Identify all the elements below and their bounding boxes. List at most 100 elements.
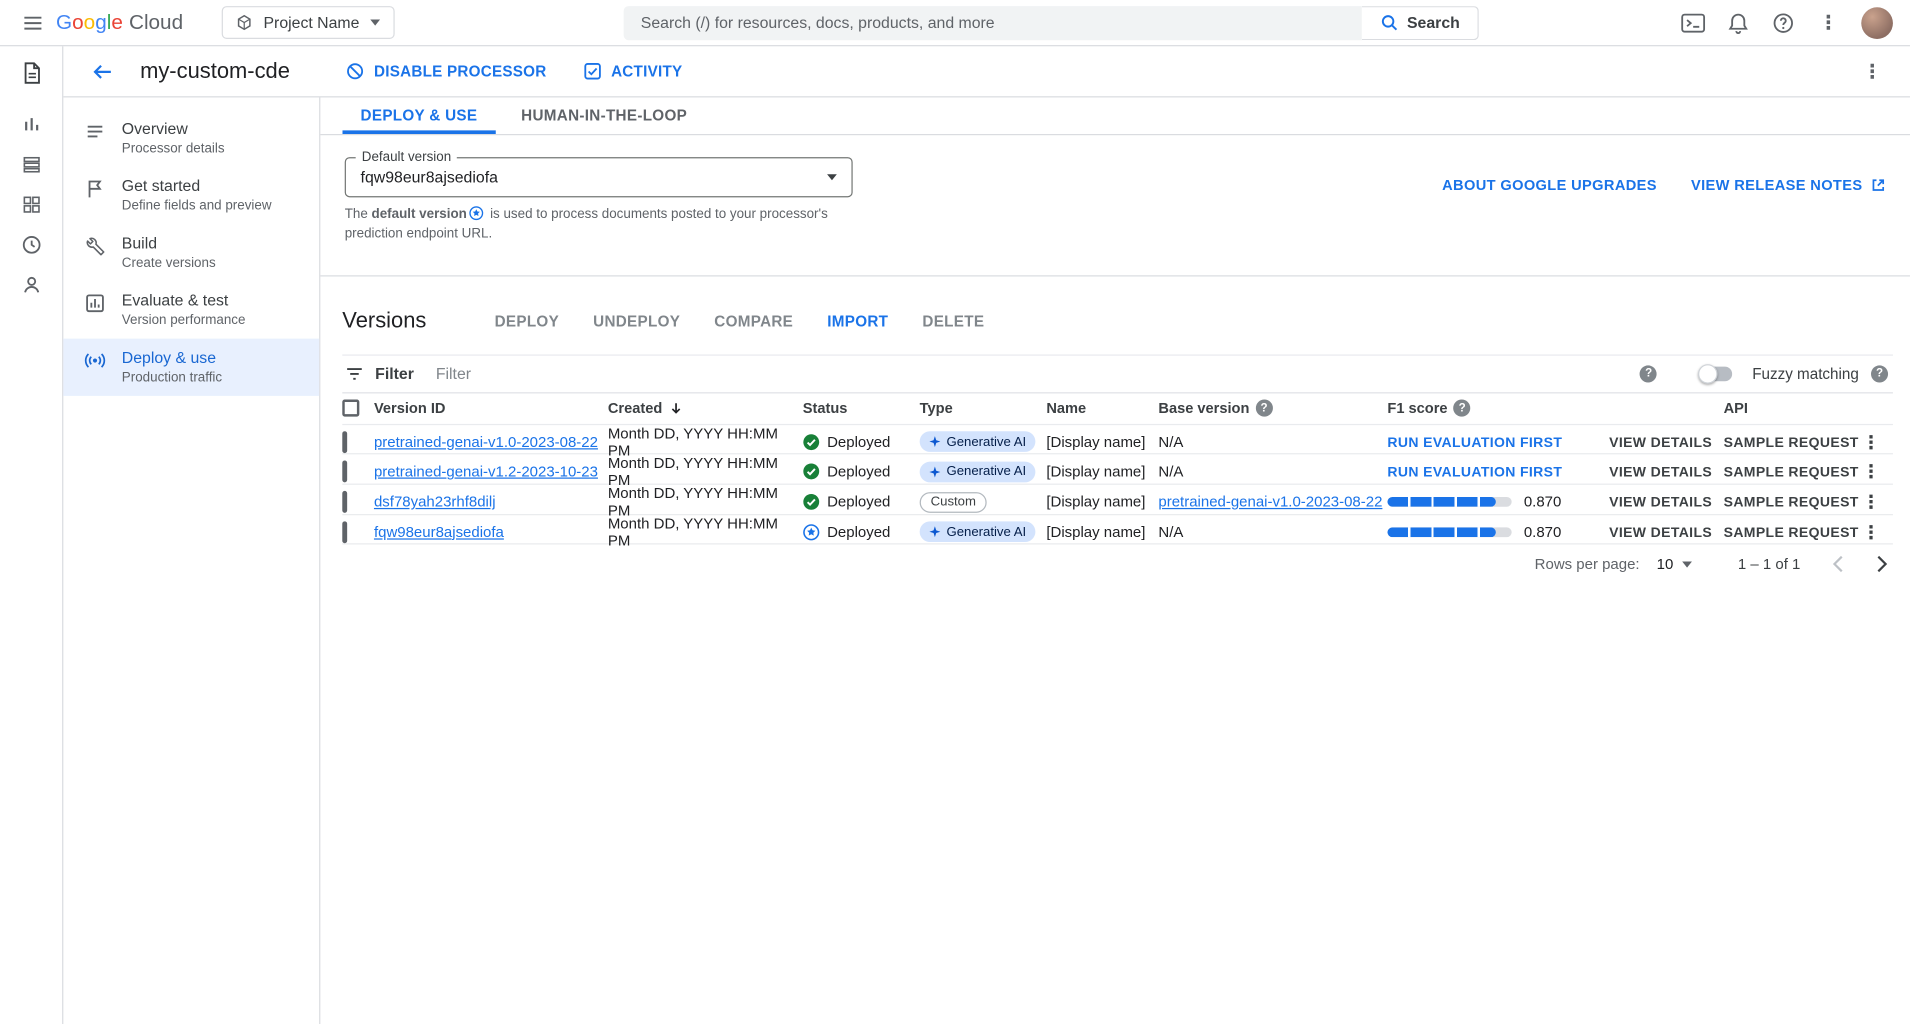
sidebar-item-deploy-use[interactable]: Deploy & useProduction traffic [63,339,319,396]
about-google-upgrades-link[interactable]: ABOUT GOOGLE UPGRADES [1442,177,1657,194]
f1-help-icon[interactable] [1454,400,1471,417]
assessment-icon [84,291,106,314]
rows-per-page-label: Rows per page: [1535,556,1640,573]
header-more-options-icon[interactable] [1852,51,1893,92]
row-menu-icon[interactable] [1855,521,1887,543]
versions-actions: DEPLOY UNDEPLOY COMPARE IMPORT DELETE [478,306,1002,338]
project-selector-label: Project Name [263,13,359,31]
document-ai-product-icon[interactable] [12,54,51,93]
col-base-version[interactable]: Base version [1158,400,1387,417]
history-icon[interactable] [12,225,51,264]
view-release-notes-link[interactable]: VIEW RELEASE NOTES [1691,177,1886,194]
import-button[interactable]: IMPORT [810,306,905,338]
version-id-link[interactable]: pretrained-genai-v1.0-2023-08-22 [374,433,598,450]
default-version-label: Default version [356,150,458,165]
help-icon[interactable] [1763,2,1804,43]
sample-request-button[interactable]: SAMPLE REQUEST [1724,436,1859,451]
base-version-link[interactable]: pretrained-genai-v1.0-2023-08-22 [1158,493,1382,510]
version-id-link[interactable]: pretrained-genai-v1.2-2023-10-23 [374,463,598,480]
sidebar-item-build[interactable]: BuildCreate versions [63,224,319,281]
delete-button[interactable]: DELETE [905,306,1001,338]
type-badge: Generative AI [920,522,1036,543]
table-header: Version ID Created Status Type Name Base… [342,392,1893,425]
default-star-circle-icon [803,523,820,540]
table-row: pretrained-genai-v1.0-2023-08-22 Month D… [342,425,1893,455]
project-selector[interactable]: Project Name [222,6,395,39]
google-cloud-logo[interactable]: Google Cloud [56,10,183,34]
logo-cloud: Cloud [129,10,183,34]
back-arrow-icon[interactable] [82,51,123,92]
hamburger-menu-icon[interactable] [12,2,53,43]
rows-per-page-select[interactable]: 10 [1657,556,1692,573]
col-f1-score[interactable]: F1 score [1387,400,1609,417]
top-bar: Google Cloud Project Name Search [0,0,1910,46]
row-menu-icon[interactable] [1855,431,1887,453]
search-input[interactable] [624,5,1362,39]
sidebar-item-evaluate-test[interactable]: Evaluate & testVersion performance [63,281,319,338]
row-menu-icon[interactable] [1855,461,1887,483]
sidebar-item-get-started[interactable]: Get startedDefine fields and preview [63,167,319,224]
undeploy-button[interactable]: UNDEPLOY [576,306,697,338]
select-all-checkbox[interactable] [342,400,359,417]
previous-page-icon[interactable] [1832,556,1844,573]
default-version-value: fqw98eur8ajsediofa [361,168,498,186]
account-avatar[interactable] [1861,7,1893,39]
status-cell: Deployed [803,493,920,510]
col-version-id[interactable]: Version ID [374,400,608,417]
filter-input[interactable] [436,365,801,383]
compare-button[interactable]: COMPARE [697,306,810,338]
pagination: Rows per page: 10 1 – 1 of 1 [342,556,1893,573]
filter-label: Filter [375,365,414,383]
run-evaluation-first-link[interactable]: RUN EVALUATION FIRST [1387,466,1562,481]
next-page-icon[interactable] [1876,556,1888,573]
view-details-button[interactable]: VIEW DETAILS [1609,496,1712,511]
table-rows-icon[interactable] [12,145,51,184]
sample-request-button[interactable]: SAMPLE REQUEST [1724,526,1859,541]
f1-score-bar [1387,527,1511,537]
status-cell: Deployed [803,463,920,480]
sparkle-icon [929,437,940,448]
row-checkbox[interactable] [342,431,347,453]
apps-grid-icon[interactable] [12,185,51,224]
check-circle-icon [803,463,820,480]
pagination-range: 1 – 1 of 1 [1738,556,1800,573]
version-id-link[interactable]: fqw98eur8ajsediofa [374,523,504,540]
sparkle-icon [929,526,940,537]
search-button[interactable]: Search [1362,5,1479,39]
admin-person-icon[interactable] [12,266,51,305]
row-checkbox[interactable] [342,491,347,513]
view-details-button[interactable]: VIEW DETAILS [1609,466,1712,481]
sidebar-item-overview[interactable]: OverviewProcessor details [63,110,319,167]
filter-help-icon[interactable] [1640,365,1657,382]
fuzzy-help-icon[interactable] [1871,365,1888,382]
row-checkbox[interactable] [342,521,347,543]
tab-human-in-the-loop[interactable]: HUMAN-IN-THE-LOOP [503,97,705,134]
name-cell: [Display name] [1046,433,1158,450]
page: Google Cloud Project Name Search [0,0,1910,1024]
cloud-shell-icon[interactable] [1672,2,1713,43]
col-status[interactable]: Status [803,400,920,417]
deploy-button[interactable]: DEPLOY [478,306,577,338]
dashboard-icon[interactable] [12,105,51,144]
col-created[interactable]: Created [608,400,803,417]
version-id-link[interactable]: dsf78yah23rhf8dilj [374,493,496,510]
page-title: my-custom-cde [140,58,290,84]
sample-request-button[interactable]: SAMPLE REQUEST [1724,496,1859,511]
run-evaluation-first-link[interactable]: RUN EVALUATION FIRST [1387,436,1562,451]
row-checkbox[interactable] [342,461,347,483]
sample-request-button[interactable]: SAMPLE REQUEST [1724,466,1859,481]
col-type[interactable]: Type [920,400,1047,417]
fuzzy-matching-toggle[interactable] [1701,366,1733,381]
col-name[interactable]: Name [1046,400,1158,417]
view-details-button[interactable]: VIEW DETAILS [1609,436,1712,451]
view-details-button[interactable]: VIEW DETAILS [1609,526,1712,541]
chevron-down-icon [827,174,837,180]
tab-deploy-and-use[interactable]: DEPLOY & USE [342,97,495,134]
more-options-icon[interactable] [1808,2,1849,43]
disable-processor-button[interactable]: DISABLE PROCESSOR [346,62,547,80]
chevron-down-icon [1682,561,1692,567]
notifications-bell-icon[interactable] [1718,2,1759,43]
row-menu-icon[interactable] [1855,491,1887,513]
activity-button[interactable]: ACTIVITY [583,62,682,80]
base-version-help-icon[interactable] [1256,400,1273,417]
